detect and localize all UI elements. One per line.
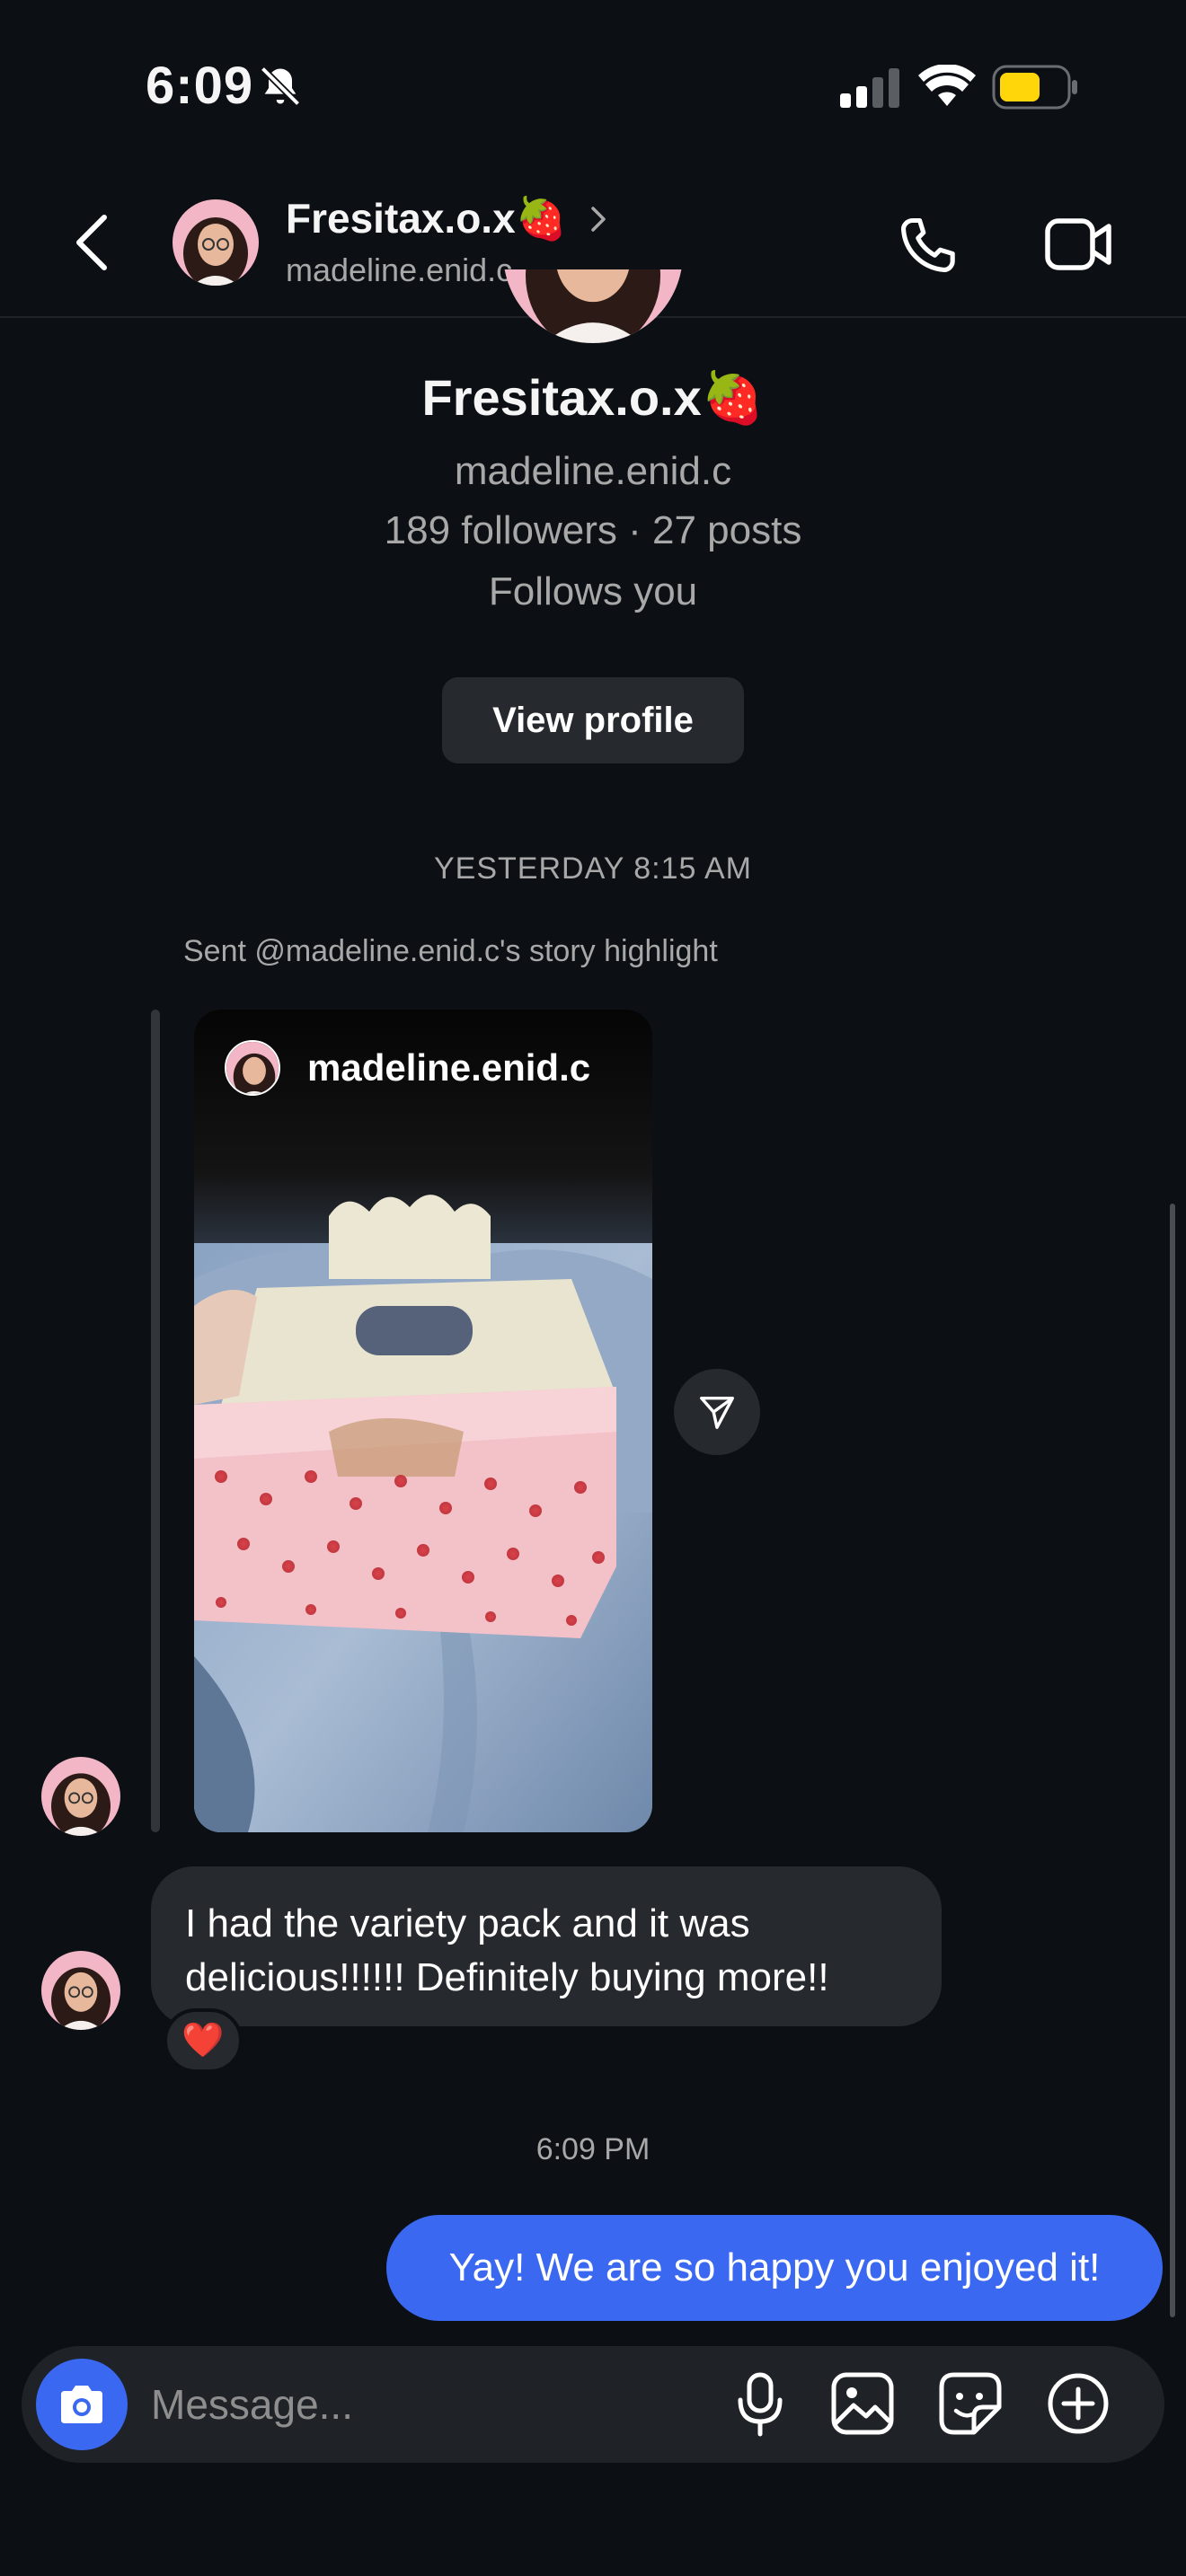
view-profile-button[interactable]: View profile [442, 677, 744, 763]
add-button[interactable] [1046, 2371, 1111, 2436]
bell-slash-icon [257, 63, 304, 110]
call-button[interactable] [895, 214, 960, 278]
story-owner-name: madeline.enid.c [307, 1046, 591, 1089]
phone-icon [901, 217, 955, 272]
gallery-button[interactable] [830, 2371, 895, 2436]
share-button[interactable] [674, 1369, 760, 1455]
outgoing-message-bubble[interactable]: Yay! We are so happy you enjoyed it! [386, 2215, 1163, 2321]
sticker-button[interactable] [938, 2371, 1003, 2436]
heart-icon: ❤️ [181, 2022, 225, 2060]
battery-icon [992, 65, 1078, 110]
heart-reaction[interactable]: ❤️ [164, 2008, 243, 2073]
story-image [194, 1010, 652, 1832]
header-title[interactable]: Fresitax.o.x🍓 [286, 194, 606, 243]
profile-name: Fresitax.o.x🍓 [421, 369, 765, 426]
signal-icon [840, 68, 903, 108]
status-time: 6:09 [146, 57, 254, 115]
microphone-button[interactable] [735, 2371, 785, 2438]
header-name: Fresitax.o.x🍓 [286, 195, 567, 242]
gallery-icon [831, 2372, 894, 2435]
story-owner-avatar [225, 1040, 280, 1096]
sticker-icon [939, 2372, 1002, 2435]
wifi-icon [918, 65, 976, 108]
sender-avatar[interactable] [41, 1757, 120, 1836]
chevron-right-icon [590, 206, 606, 233]
story-owner[interactable]: madeline.enid.c [225, 1040, 590, 1096]
story-reply-bar [151, 1010, 160, 1832]
camera-button[interactable] [36, 2359, 128, 2450]
camera-icon [61, 2386, 102, 2423]
header-username: madeline.enid.c [286, 251, 513, 288]
video-call-button[interactable] [1044, 216, 1112, 273]
incoming-message-bubble[interactable]: I had the variety pack and it was delici… [151, 1866, 942, 2026]
video-icon [1045, 218, 1111, 270]
story-share-caption: Sent @madeline.enid.c's story highlight [183, 934, 718, 968]
scrollbar[interactable] [1170, 1204, 1175, 2317]
message-timestamp: 6:09 PM [535, 2132, 651, 2166]
send-icon [700, 1396, 734, 1429]
profile-username: madeline.enid.c [454, 449, 732, 493]
profile-avatar[interactable] [503, 269, 683, 343]
profile-stats: 189 followers · 27 posts [384, 508, 802, 552]
message-timestamp: YESTERDAY 8:15 AM [434, 851, 752, 886]
message-input[interactable] [151, 2371, 690, 2438]
microphone-icon [738, 2372, 783, 2437]
header-avatar[interactable] [173, 199, 259, 286]
back-icon [76, 215, 107, 270]
follows-you-label: Follows you [488, 569, 698, 613]
story-highlight-card[interactable] [194, 1010, 652, 1832]
plus-icon [1048, 2373, 1109, 2434]
back-button[interactable] [72, 212, 111, 273]
sender-avatar[interactable] [41, 1951, 120, 2030]
